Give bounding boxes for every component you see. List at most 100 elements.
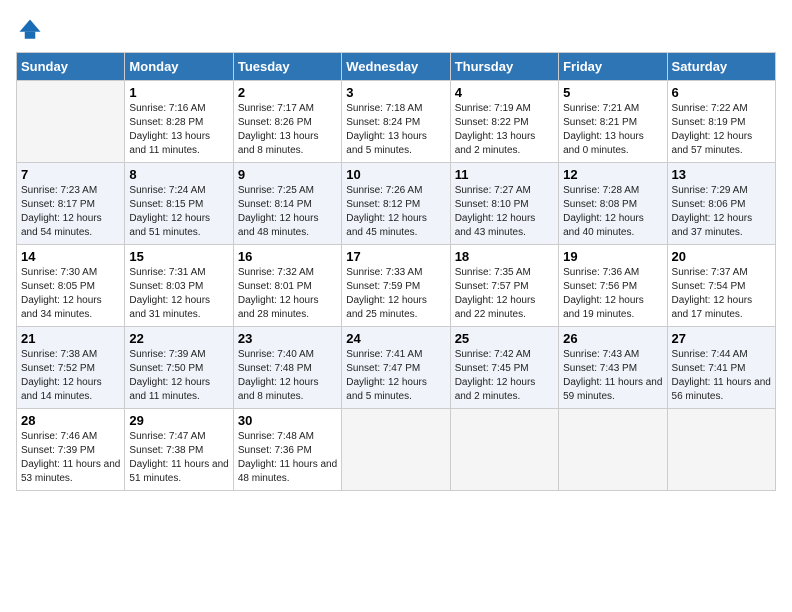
calendar-cell: 12 Sunrise: 7:28 AMSunset: 8:08 PMDaylig… <box>559 163 667 245</box>
calendar-cell <box>667 409 775 491</box>
calendar-cell: 22 Sunrise: 7:39 AMSunset: 7:50 PMDaylig… <box>125 327 233 409</box>
calendar-cell: 2 Sunrise: 7:17 AMSunset: 8:26 PMDayligh… <box>233 81 341 163</box>
day-number: 21 <box>21 331 120 346</box>
day-number: 22 <box>129 331 228 346</box>
day-info: Sunrise: 7:19 AMSunset: 8:22 PMDaylight:… <box>455 102 554 158</box>
day-number: 23 <box>238 331 337 346</box>
calendar-cell: 29 Sunrise: 7:47 AMSunset: 7:38 PMDaylig… <box>125 409 233 491</box>
day-info: Sunrise: 7:37 AMSunset: 7:54 PMDaylight:… <box>672 266 771 322</box>
calendar-cell: 27 Sunrise: 7:44 AMSunset: 7:41 PMDaylig… <box>667 327 775 409</box>
weekday-header: Tuesday <box>233 53 341 81</box>
day-number: 28 <box>21 413 120 428</box>
weekday-header: Friday <box>559 53 667 81</box>
page-header <box>16 16 776 44</box>
day-number: 6 <box>672 85 771 100</box>
day-info: Sunrise: 7:35 AMSunset: 7:57 PMDaylight:… <box>455 266 554 322</box>
weekday-header: Wednesday <box>342 53 450 81</box>
day-info: Sunrise: 7:31 AMSunset: 8:03 PMDaylight:… <box>129 266 228 322</box>
day-info: Sunrise: 7:25 AMSunset: 8:14 PMDaylight:… <box>238 184 337 240</box>
calendar-cell: 18 Sunrise: 7:35 AMSunset: 7:57 PMDaylig… <box>450 245 558 327</box>
day-number: 5 <box>563 85 662 100</box>
calendar-cell <box>450 409 558 491</box>
calendar-cell: 8 Sunrise: 7:24 AMSunset: 8:15 PMDayligh… <box>125 163 233 245</box>
day-number: 8 <box>129 167 228 182</box>
day-number: 3 <box>346 85 445 100</box>
day-info: Sunrise: 7:46 AMSunset: 7:39 PMDaylight:… <box>21 430 120 486</box>
day-number: 13 <box>672 167 771 182</box>
day-number: 19 <box>563 249 662 264</box>
calendar-cell: 1 Sunrise: 7:16 AMSunset: 8:28 PMDayligh… <box>125 81 233 163</box>
day-number: 1 <box>129 85 228 100</box>
calendar-cell: 11 Sunrise: 7:27 AMSunset: 8:10 PMDaylig… <box>450 163 558 245</box>
day-number: 24 <box>346 331 445 346</box>
logo-icon <box>16 16 44 44</box>
calendar-cell: 17 Sunrise: 7:33 AMSunset: 7:59 PMDaylig… <box>342 245 450 327</box>
day-info: Sunrise: 7:38 AMSunset: 7:52 PMDaylight:… <box>21 348 120 404</box>
logo <box>16 16 48 44</box>
calendar-cell: 3 Sunrise: 7:18 AMSunset: 8:24 PMDayligh… <box>342 81 450 163</box>
day-number: 4 <box>455 85 554 100</box>
calendar-cell: 7 Sunrise: 7:23 AMSunset: 8:17 PMDayligh… <box>17 163 125 245</box>
day-info: Sunrise: 7:29 AMSunset: 8:06 PMDaylight:… <box>672 184 771 240</box>
day-info: Sunrise: 7:39 AMSunset: 7:50 PMDaylight:… <box>129 348 228 404</box>
day-info: Sunrise: 7:30 AMSunset: 8:05 PMDaylight:… <box>21 266 120 322</box>
day-number: 27 <box>672 331 771 346</box>
day-info: Sunrise: 7:41 AMSunset: 7:47 PMDaylight:… <box>346 348 445 404</box>
calendar-cell: 4 Sunrise: 7:19 AMSunset: 8:22 PMDayligh… <box>450 81 558 163</box>
day-info: Sunrise: 7:33 AMSunset: 7:59 PMDaylight:… <box>346 266 445 322</box>
day-number: 14 <box>21 249 120 264</box>
day-number: 12 <box>563 167 662 182</box>
calendar-cell: 15 Sunrise: 7:31 AMSunset: 8:03 PMDaylig… <box>125 245 233 327</box>
weekday-header-row: SundayMondayTuesdayWednesdayThursdayFrid… <box>17 53 776 81</box>
calendar-cell: 14 Sunrise: 7:30 AMSunset: 8:05 PMDaylig… <box>17 245 125 327</box>
calendar-week-row: 1 Sunrise: 7:16 AMSunset: 8:28 PMDayligh… <box>17 81 776 163</box>
day-info: Sunrise: 7:16 AMSunset: 8:28 PMDaylight:… <box>129 102 228 158</box>
weekday-header: Monday <box>125 53 233 81</box>
day-info: Sunrise: 7:23 AMSunset: 8:17 PMDaylight:… <box>21 184 120 240</box>
calendar-cell: 10 Sunrise: 7:26 AMSunset: 8:12 PMDaylig… <box>342 163 450 245</box>
day-number: 7 <box>21 167 120 182</box>
weekday-header: Thursday <box>450 53 558 81</box>
day-number: 18 <box>455 249 554 264</box>
day-info: Sunrise: 7:27 AMSunset: 8:10 PMDaylight:… <box>455 184 554 240</box>
day-info: Sunrise: 7:40 AMSunset: 7:48 PMDaylight:… <box>238 348 337 404</box>
day-number: 10 <box>346 167 445 182</box>
calendar-cell: 26 Sunrise: 7:43 AMSunset: 7:43 PMDaylig… <box>559 327 667 409</box>
calendar-cell <box>342 409 450 491</box>
day-info: Sunrise: 7:44 AMSunset: 7:41 PMDaylight:… <box>672 348 771 404</box>
calendar-week-row: 7 Sunrise: 7:23 AMSunset: 8:17 PMDayligh… <box>17 163 776 245</box>
calendar-cell: 6 Sunrise: 7:22 AMSunset: 8:19 PMDayligh… <box>667 81 775 163</box>
day-info: Sunrise: 7:24 AMSunset: 8:15 PMDaylight:… <box>129 184 228 240</box>
day-number: 16 <box>238 249 337 264</box>
day-number: 9 <box>238 167 337 182</box>
calendar-week-row: 14 Sunrise: 7:30 AMSunset: 8:05 PMDaylig… <box>17 245 776 327</box>
day-info: Sunrise: 7:42 AMSunset: 7:45 PMDaylight:… <box>455 348 554 404</box>
day-number: 25 <box>455 331 554 346</box>
calendar-cell: 24 Sunrise: 7:41 AMSunset: 7:47 PMDaylig… <box>342 327 450 409</box>
calendar-cell <box>17 81 125 163</box>
calendar-week-row: 21 Sunrise: 7:38 AMSunset: 7:52 PMDaylig… <box>17 327 776 409</box>
calendar-cell <box>559 409 667 491</box>
calendar-cell: 5 Sunrise: 7:21 AMSunset: 8:21 PMDayligh… <box>559 81 667 163</box>
day-info: Sunrise: 7:32 AMSunset: 8:01 PMDaylight:… <box>238 266 337 322</box>
calendar-cell: 9 Sunrise: 7:25 AMSunset: 8:14 PMDayligh… <box>233 163 341 245</box>
day-info: Sunrise: 7:22 AMSunset: 8:19 PMDaylight:… <box>672 102 771 158</box>
day-number: 29 <box>129 413 228 428</box>
day-info: Sunrise: 7:18 AMSunset: 8:24 PMDaylight:… <box>346 102 445 158</box>
calendar-cell: 28 Sunrise: 7:46 AMSunset: 7:39 PMDaylig… <box>17 409 125 491</box>
day-info: Sunrise: 7:17 AMSunset: 8:26 PMDaylight:… <box>238 102 337 158</box>
calendar-cell: 21 Sunrise: 7:38 AMSunset: 7:52 PMDaylig… <box>17 327 125 409</box>
day-number: 30 <box>238 413 337 428</box>
day-number: 17 <box>346 249 445 264</box>
day-number: 2 <box>238 85 337 100</box>
weekday-header: Sunday <box>17 53 125 81</box>
calendar-table: SundayMondayTuesdayWednesdayThursdayFrid… <box>16 52 776 491</box>
calendar-cell: 16 Sunrise: 7:32 AMSunset: 8:01 PMDaylig… <box>233 245 341 327</box>
weekday-header: Saturday <box>667 53 775 81</box>
calendar-cell: 19 Sunrise: 7:36 AMSunset: 7:56 PMDaylig… <box>559 245 667 327</box>
calendar-cell: 13 Sunrise: 7:29 AMSunset: 8:06 PMDaylig… <box>667 163 775 245</box>
calendar-cell: 25 Sunrise: 7:42 AMSunset: 7:45 PMDaylig… <box>450 327 558 409</box>
day-info: Sunrise: 7:47 AMSunset: 7:38 PMDaylight:… <box>129 430 228 486</box>
day-info: Sunrise: 7:21 AMSunset: 8:21 PMDaylight:… <box>563 102 662 158</box>
day-number: 20 <box>672 249 771 264</box>
